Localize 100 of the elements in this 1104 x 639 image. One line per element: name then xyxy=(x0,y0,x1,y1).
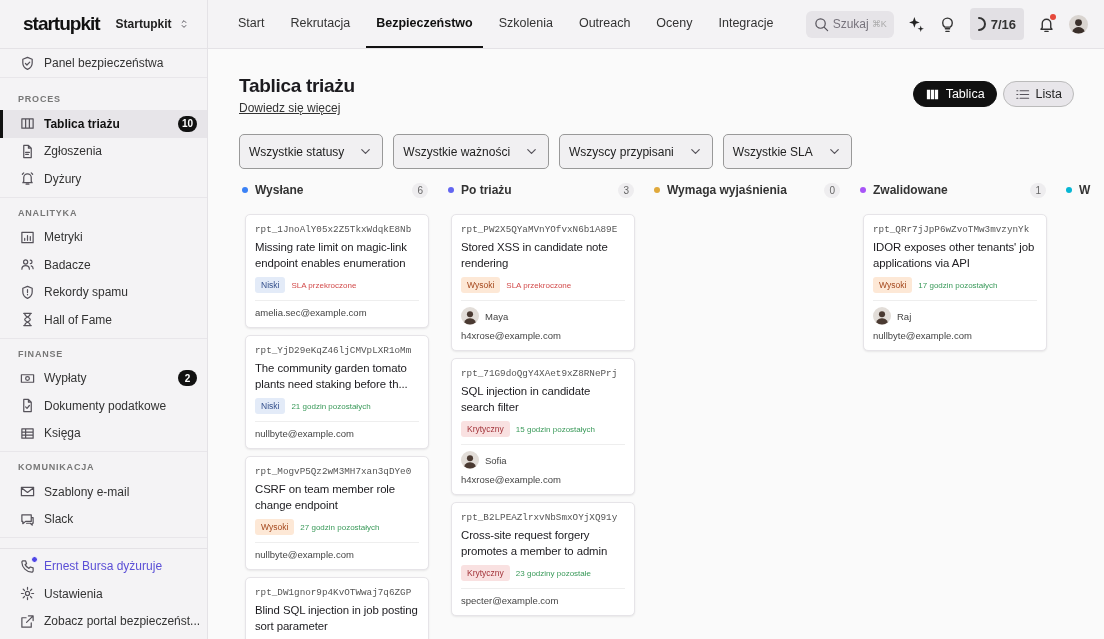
sidebar-item[interactable]: Wypłaty 2 xyxy=(0,364,207,392)
column-count: 3 xyxy=(618,183,634,198)
avatar xyxy=(873,307,891,325)
sidebar-item[interactable]: Hall of Fame xyxy=(0,306,207,334)
sidebar-item[interactable]: Zobacz portal bezpieczeńst... xyxy=(0,607,207,635)
sidebar-item[interactable]: Ernest Bursa dyżuruje xyxy=(0,552,207,580)
progress-button[interactable]: 7/16 xyxy=(969,8,1024,40)
section-heading: ANALITYKA xyxy=(17,206,79,220)
severity-tag: Krytyczny xyxy=(461,565,510,581)
sla-status: 23 godziny pozostałe xyxy=(515,568,591,578)
sidebar-item[interactable]: Panel bezpieczeństwa xyxy=(0,49,207,78)
sidebar-item[interactable]: Dyżury xyxy=(0,165,207,193)
assignee-name: Maya xyxy=(485,310,509,322)
section-heading: FINANSE xyxy=(17,347,65,361)
learn-more-link[interactable]: Dowiedz się więcej xyxy=(239,101,341,115)
phone-icon xyxy=(20,558,35,574)
chat-icon xyxy=(20,511,35,527)
column-title: Wysłane xyxy=(255,183,304,197)
sla-status: 17 godzin pozostałych xyxy=(918,280,998,290)
view-toggle[interactable]: Tablica xyxy=(912,81,997,107)
file-check-icon xyxy=(20,398,35,414)
sidebar-item[interactable]: Dokumenty podatkowe xyxy=(0,392,207,420)
sla-status: 27 godzin pozostałych xyxy=(300,522,380,532)
report-title: The community garden tomato plants need staking before th... xyxy=(255,361,409,392)
document-icon xyxy=(20,143,35,159)
count-badge: 2 xyxy=(178,370,197,387)
settings-icon xyxy=(20,586,35,602)
search-icon xyxy=(813,16,829,32)
count-badge: 10 xyxy=(178,115,197,132)
sidebar-item[interactable]: Ustawienia xyxy=(0,580,207,608)
filter-dropdown[interactable]: Wszystkie SLA xyxy=(722,134,852,169)
nav-tab[interactable]: Integracje xyxy=(708,0,784,48)
report-id: rpt_1JnoAlY05x2Z5TkxWdqkE8Nb xyxy=(255,224,413,235)
reporter-email: nullbyte@example.com xyxy=(255,428,355,439)
report-card[interactable]: rpt_71G9doQgY4XAet9xZ8RNePrj SQL injection in candidate search filter Krytyczny 15 godzin pozostałych Sofia h4xrose@example.com xyxy=(451,358,635,495)
column-title: Po triażu xyxy=(461,183,512,197)
report-id: rpt_YjD29eKqZ46ljCMVpLXR1oMm xyxy=(255,345,413,356)
reporter-email: nullbyte@example.com xyxy=(255,549,355,560)
view-toggle[interactable]: Lista xyxy=(1002,81,1074,107)
sidebar-item[interactable]: Badacze xyxy=(0,251,207,279)
nav-tab[interactable]: Bezpieczeństwo xyxy=(366,0,483,48)
filter-dropdown[interactable]: Wszystkie ważności xyxy=(393,134,550,169)
bell-icon[interactable] xyxy=(1038,15,1055,33)
report-card[interactable]: rpt_B2LPEAZlrxvNbSmxOYjXQ91y Cross-site request forgery promotes a member to admin Krytyczny 23 godziny pozostałe specter@example.com xyxy=(451,502,635,616)
sla-status: 21 godzin pozostałych xyxy=(291,401,371,411)
severity-tag: Wysoki xyxy=(873,277,913,293)
hourglass-icon xyxy=(20,312,35,328)
column-count: 1 xyxy=(1030,183,1046,198)
spinner-icon xyxy=(977,17,986,31)
report-card[interactable]: rpt_QRr7jJpP6wZvoTMw3mvzynYk IDOR exposes other tenants' job applications via API Wysoki 17 godzin pozostałych Raj nullbyte@example.com xyxy=(863,214,1047,351)
reporter-email: specter@example.com xyxy=(461,595,560,606)
nav-tab[interactable]: Rekrutacja xyxy=(280,0,361,48)
nav-tab[interactable]: Oceny xyxy=(646,0,703,48)
avatar xyxy=(461,451,479,469)
alarm-icon xyxy=(20,171,35,187)
report-card[interactable]: rpt_DW1gnor9p4KvOTWwaj7q6ZGP Blind SQL injection in job posting sort parameter xyxy=(245,577,429,639)
sidebar-item[interactable]: Rekordy spamu xyxy=(0,278,207,306)
shortcut-hint: ⌘K xyxy=(871,18,887,29)
report-title: Cross-site request forgery promotes a member to admin xyxy=(461,528,609,559)
report-id: rpt_MogvP5Qz2wM3MH7xan3qDYe0 xyxy=(255,466,413,477)
sidebar-item[interactable]: Metryki xyxy=(0,223,207,251)
page-title: Tablica triażu xyxy=(239,75,355,97)
reporter-email: h4xrose@example.com xyxy=(461,474,562,485)
report-card[interactable]: rpt_1JnoAlY05x2Z5TkxWdqkE8Nb Missing rate limit on magic-link endpoint enables enumeration Niski SLA przekroczone amelia.sec@example.com xyxy=(245,214,429,328)
assignee-name: Sofia xyxy=(485,454,507,466)
external-link-icon xyxy=(20,613,35,629)
status-dot xyxy=(31,555,38,563)
report-id: rpt_B2LPEAZlrxvNbSmxOYjXQ91y xyxy=(461,512,619,523)
column-count: 0 xyxy=(824,183,840,198)
reporter-email: nullbyte@example.com xyxy=(873,330,973,341)
filter-dropdown[interactable]: Wszyscy przypisani xyxy=(559,134,713,169)
severity-tag: Wysoki xyxy=(255,519,295,535)
sidebar-item[interactable]: Tablica triażu 10 xyxy=(0,110,207,138)
nav-tab[interactable]: Start xyxy=(228,0,275,48)
avatar[interactable] xyxy=(1069,14,1088,34)
sidebar-item[interactable]: Slack xyxy=(0,505,207,533)
reporter-email: h4xrose@example.com xyxy=(461,330,562,341)
report-card[interactable]: rpt_PW2X5QYaMVnYOfvxN6b1A89E Stored XSS in candidate note rendering Wysoki SLA przekroczone Maya h4xrose@example.com xyxy=(451,214,635,351)
filter-dropdown[interactable]: Wszystkie statusy xyxy=(239,134,384,169)
sidebar-item[interactable]: Szablony e-mail xyxy=(0,478,207,506)
report-id: rpt_QRr7jJpP6wZvoTMw3mvzynYk xyxy=(873,224,1031,235)
report-card[interactable]: rpt_MogvP5Qz2wM3MH7xan3qDYe0 CSRF on team member role change endpoint Wysoki 27 godzin pozostałych nullbyte@example.com xyxy=(245,456,429,570)
report-title: SQL injection in candidate search filter xyxy=(461,384,592,415)
report-title: Blind SQL injection in job posting sort parameter xyxy=(255,603,419,634)
nav-tab[interactable]: Szkolenia xyxy=(488,0,563,48)
reporter-email: amelia.sec@example.com xyxy=(255,307,368,318)
assignee-name: Raj xyxy=(897,310,912,322)
report-title: Missing rate limit on magic-link endpoint enables enumeration xyxy=(255,240,408,271)
report-title: Stored XSS in candidate note rendering xyxy=(461,240,609,271)
section-heading: KOMUNIKACJA xyxy=(17,461,96,474)
nav-tab[interactable]: Outreach xyxy=(568,0,641,48)
column-title: W xyxy=(1079,183,1091,197)
table-icon xyxy=(20,425,35,441)
report-id: rpt_PW2X5QYaMVnYOfvxN6b1A89E xyxy=(461,224,619,235)
workspace-switcher[interactable]: Startupkit xyxy=(115,17,190,31)
sidebar-item[interactable]: Księga xyxy=(0,419,207,447)
sparkle-icon[interactable] xyxy=(907,15,925,33)
logo[interactable]: startupkit xyxy=(23,13,100,35)
report-card[interactable]: rpt_YjD29eKqZ46ljCMVpLXR1oMm The community garden tomato plants need staking before th... Niski 21 godzin pozostałych nullbyte@example.com xyxy=(245,335,429,449)
sidebar-item[interactable]: Zgłoszenia xyxy=(0,137,207,165)
